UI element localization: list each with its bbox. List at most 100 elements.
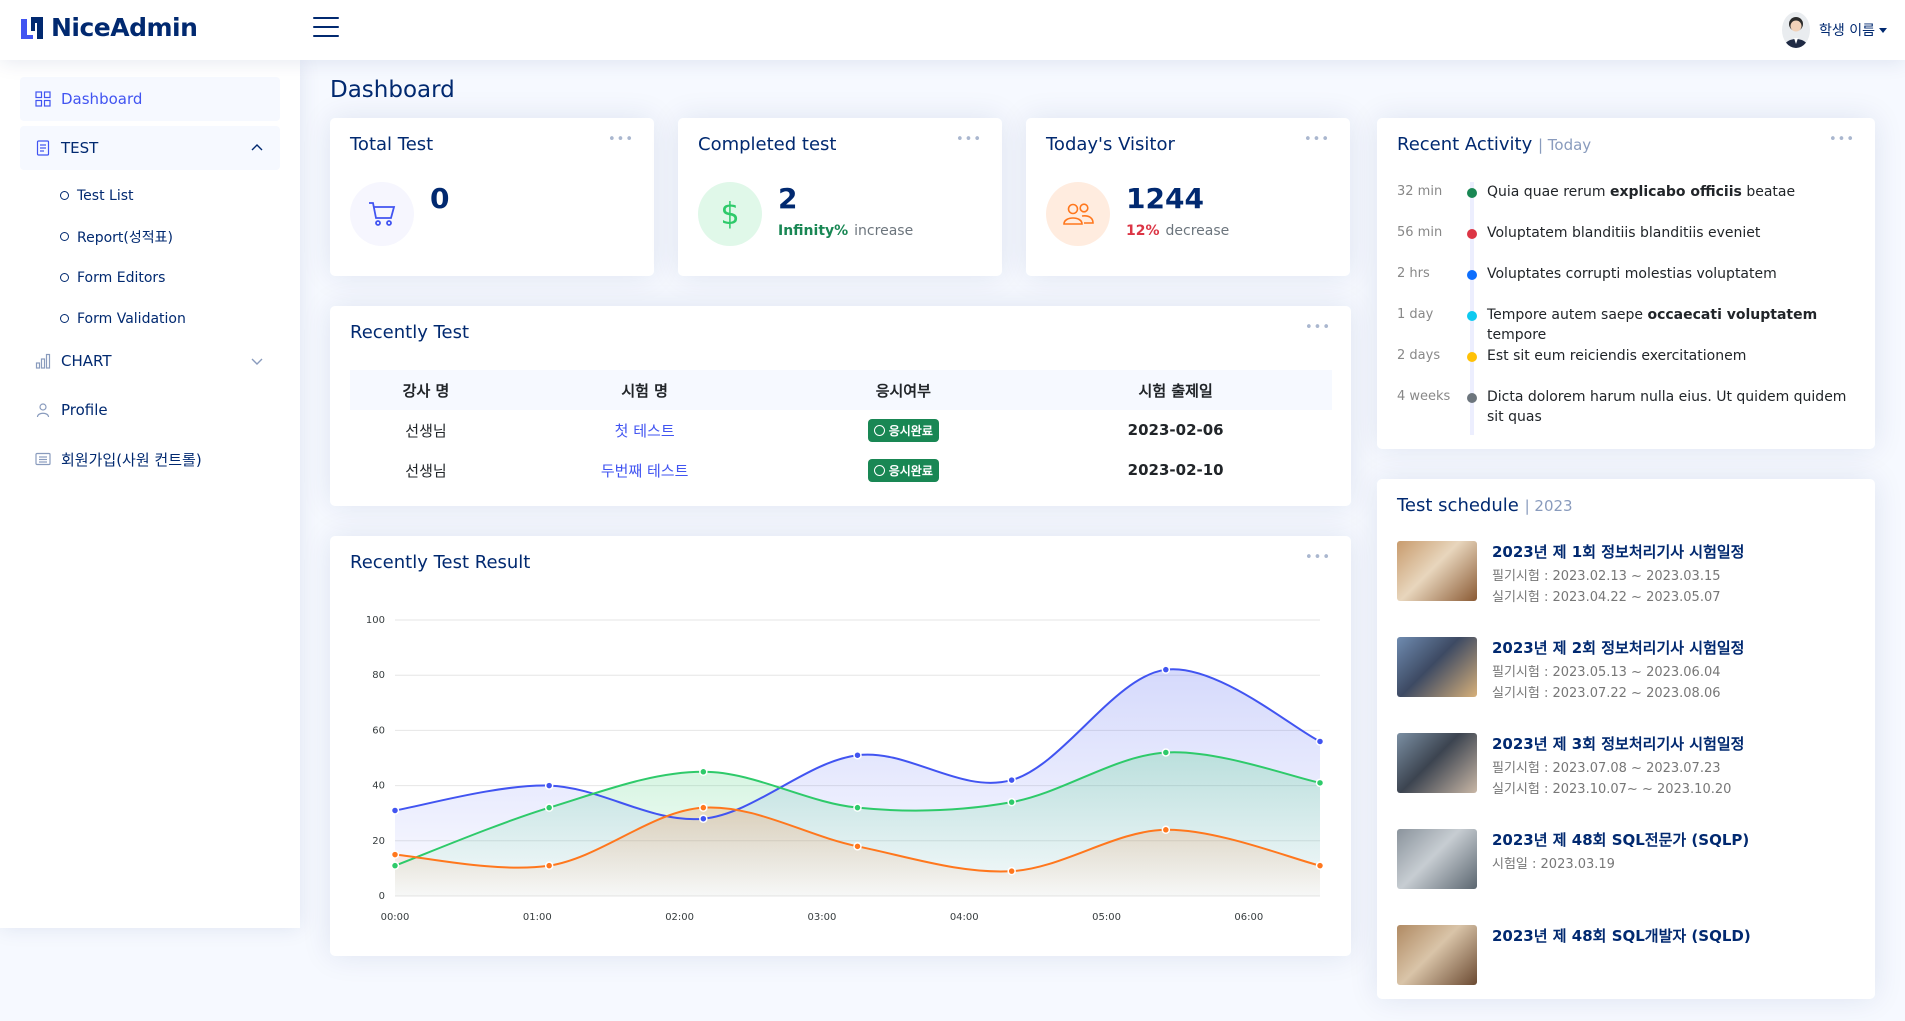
sidebar-subitem-form-validation[interactable]: Form Validation (20, 298, 280, 339)
visitor-change: 12% decrease (1126, 223, 1229, 239)
activity-text: Est sit eum reiciendis exercitationem (1487, 348, 1747, 364)
profile-dropdown[interactable]: 학생 이름 (1782, 12, 1887, 48)
sidebar-subitem-label: Test List (77, 187, 134, 204)
sidebar-item-signup[interactable]: 회원가입(사원 컨트롤) (20, 437, 280, 481)
more-options-icon[interactable]: ••• (1305, 550, 1331, 565)
schedule-title[interactable]: 2023년 제 48회 SQL개발자 (SQLD) (1492, 925, 1751, 946)
completed-test-card: Completed test ••• $ 2 Infinity% increase (678, 118, 1002, 276)
schedule-item[interactable]: 2023년 제 2회 정보처리기사 시험일정필기시험 : 2023.05.13 … (1397, 637, 1857, 733)
sidebar-item-test[interactable]: TEST (20, 126, 280, 170)
check-circle-icon (873, 464, 885, 476)
schedule-item[interactable]: 2023년 제 3회 정보처리기사 시험일정 필기시험 : 2023.07.08 … (1397, 733, 1857, 829)
activity-text: Quia quae rerum explicabo officiis beata… (1487, 184, 1796, 200)
schedule-item[interactable]: 2023년 제 1회 정보처리기사 시험일정필기시험 : 2023.02.13 … (1397, 541, 1857, 637)
chevron-down-icon (1879, 27, 1887, 33)
data-point (699, 767, 708, 777)
sidebar-subitem-test-list[interactable]: Test List (20, 175, 280, 216)
top-header: NiceAdmin 학생 이름 (0, 0, 1905, 60)
completed-change-pct: Infinity% (778, 223, 849, 239)
activity-time: 56 min (1397, 225, 1443, 240)
sidebar-item-label: CHART (61, 352, 112, 370)
visitor-change-note: decrease (1165, 223, 1230, 239)
schedule-item[interactable]: 2023년 제 48회 SQL전문가 (SQLP) 시험일 : 2023.03.1… (1397, 829, 1857, 925)
activity-list: 32 min Quia quae rerum explicabo officiis… (1397, 182, 1857, 435)
column-header: 강사 명 (350, 370, 502, 410)
card-title: Recent Activity | Today (1397, 134, 1591, 155)
status-cell: 응시완료 (787, 410, 1019, 450)
more-options-icon[interactable]: ••• (1304, 132, 1330, 147)
sidebar-item-label: 회원가입(사원 컨트롤) (61, 450, 202, 469)
data-point (1161, 748, 1171, 757)
total-test-value: 0 (430, 182, 450, 215)
data-point (544, 861, 554, 870)
more-options-icon[interactable]: ••• (608, 132, 634, 147)
sidebar-item-chart[interactable]: CHART (20, 339, 280, 383)
sidebar-subitem-report[interactable]: Report(성적표) (20, 216, 280, 257)
card-title: Test schedule | 2023 (1397, 495, 1573, 516)
card-list-icon (35, 452, 51, 466)
table-row: 선생님 첫 테스트 응시완료 2023-02-06 (350, 410, 1332, 450)
completed-change-note: increase (854, 223, 914, 239)
activity-text: Voluptates corrupti molestias voluptatem (1487, 266, 1777, 282)
circle-icon (60, 232, 69, 241)
data-point (1315, 778, 1325, 788)
journal-icon (36, 140, 50, 156)
schedule-detail: 실기시험 : 2023.04.22 ~ 2023.05.07 (1492, 590, 1721, 605)
data-point (1007, 775, 1016, 785)
column-header: 시험 출제일 (1019, 370, 1332, 410)
svg-text:$: $ (720, 197, 739, 231)
sidebar-subitem-label: Report(성적표) (77, 229, 173, 246)
card-title: Recently Test Result (350, 552, 531, 573)
table-row: 선생님 두번째 테스트 응시완료 2023-02-10 (350, 450, 1332, 490)
more-options-icon[interactable]: ••• (1305, 320, 1331, 335)
sidebar-subitem-form-editors[interactable]: Form Editors (20, 257, 280, 298)
schedule-thumbnail (1397, 925, 1477, 985)
test-schedule-card: Test schedule | 2023 2023년 제 1회 정보처리기사 시… (1377, 479, 1875, 999)
logo[interactable]: NiceAdmin (19, 13, 198, 42)
sidebar-toggle-icon[interactable] (313, 17, 339, 41)
check-circle-icon (873, 424, 885, 436)
test-result-chart: 0 20 40 60 80 100 00:00 01:00 02:00 03:00 04:00 05:… (366, 615, 1325, 923)
schedule-title[interactable]: 2023년 제 48회 SQL전문가 (SQLP) (1492, 829, 1749, 850)
status-badge-label: 응시완료 (888, 423, 933, 438)
schedule-body: 2023년 제 48회 SQL개발자 (SQLD) (1492, 925, 1751, 1021)
data-point (853, 842, 862, 851)
test-name-link[interactable]: 첫 테스트 (502, 410, 787, 450)
recent-activity-card: Recent Activity | Today ••• 32 min Quia q… (1377, 118, 1875, 449)
avatar (1782, 12, 1811, 48)
activity-dot-icon (1467, 311, 1477, 321)
recent-test-card: Recently Test ••• 강사 명 시험 명 응시여부 시험 출제일 … (330, 306, 1351, 506)
schedule-title[interactable]: 2023년 제 3회 정보처리기사 시험일정 (1492, 733, 1744, 754)
schedule-title[interactable]: 2023년 제 1회 정보처리기사 시험일정 (1492, 541, 1744, 562)
schedule-detail: 필기시험 : 2023.02.13 ~ 2023.03.15 (1492, 569, 1721, 584)
visitor-change-pct: 12% (1126, 223, 1160, 239)
grid-icon (35, 91, 51, 107)
schedule-title[interactable]: 2023년 제 2회 정보처리기사 시험일정 (1492, 637, 1744, 658)
activity-time: 2 days (1397, 348, 1441, 363)
activity-time: 4 weeks (1397, 389, 1451, 404)
sidebar-item-profile[interactable]: Profile (20, 388, 280, 432)
sidebar-item-label: Dashboard (61, 90, 143, 108)
x-tick-label: 03:00 (808, 912, 837, 923)
activity-item: 4 weeks Dicta dolorem harum nulla eius. U… (1397, 387, 1857, 435)
schedule-thumbnail (1397, 829, 1477, 889)
activity-dot-icon (1467, 270, 1477, 280)
schedule-detail: 필기시험 : 2023.05.13 ~ 2023.06.04 (1492, 665, 1721, 680)
more-options-icon[interactable]: ••• (956, 132, 982, 147)
schedule-item[interactable]: 2023년 제 48회 SQL개발자 (SQLD) (1397, 925, 1857, 1021)
activity-dot-icon (1467, 393, 1477, 403)
x-tick-label: 05:00 (1092, 912, 1121, 923)
sidebar-item-dashboard[interactable]: Dashboard (20, 77, 280, 121)
dollar-icon-wrap: $ (698, 182, 762, 246)
activity-item: 56 min Voluptatem blanditiis blanditiis e… (1397, 223, 1857, 264)
x-tick-label: 04:00 (950, 912, 979, 923)
status-badge: 응시완료 (867, 458, 939, 482)
data-point (544, 781, 554, 790)
more-options-icon[interactable]: ••• (1829, 132, 1855, 147)
schedule-list: 2023년 제 1회 정보처리기사 시험일정필기시험 : 2023.02.13 … (1397, 541, 1857, 1021)
status-badge: 응시완료 (867, 418, 939, 442)
test-name-link[interactable]: 두번째 테스트 (502, 450, 787, 490)
visitor-card: Today's Visitor ••• 1244 12% decrease (1026, 118, 1350, 276)
circle-icon (60, 314, 69, 323)
chevron-up-icon (251, 144, 263, 151)
